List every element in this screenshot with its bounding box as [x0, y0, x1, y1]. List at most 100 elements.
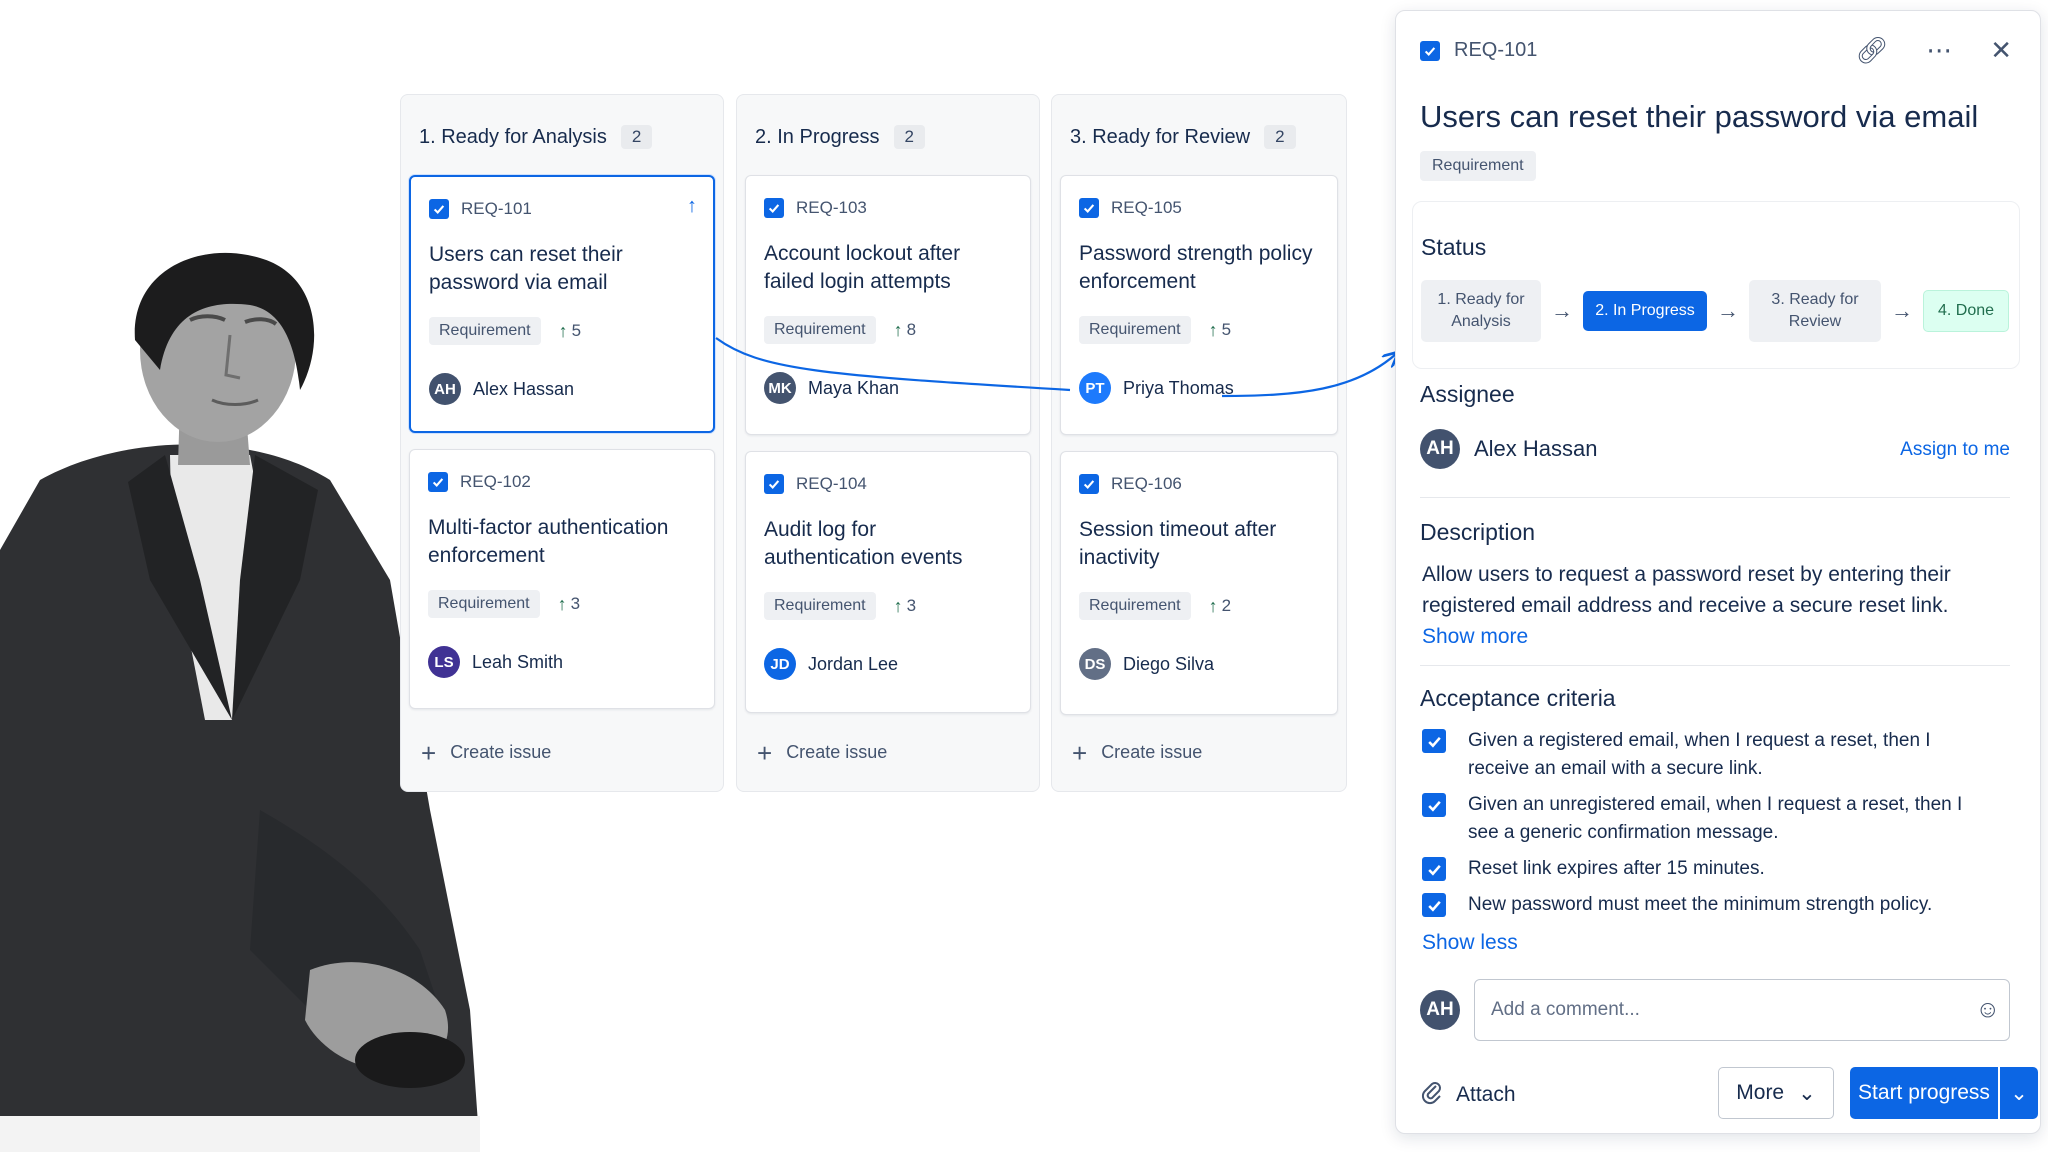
chevron-down-icon: ⌄	[1798, 1081, 1816, 1105]
issue-title: Password strength policy enforcement	[1079, 242, 1313, 293]
arrow-up-icon: ↑	[557, 593, 567, 614]
avatar: DS	[1079, 648, 1111, 680]
divider	[1420, 665, 2010, 666]
checkbox-icon	[764, 198, 784, 218]
column-in-progress: 2. In Progress 2 REQ-103 Account lockout…	[736, 94, 1040, 792]
issue-title: Account lockout after failed login attem…	[764, 242, 961, 293]
vote-count: ↑ 3	[894, 596, 916, 617]
issue-card-req-101[interactable]: REQ-101 ↑ Users can reset their password…	[409, 175, 715, 433]
vote-value: 3	[570, 594, 581, 613]
vote-count: ↑ 8	[894, 320, 916, 341]
assignee-heading: Assignee	[1420, 381, 1515, 407]
attach-button[interactable]: Attach	[1420, 1079, 1516, 1111]
status-heading: Status	[1421, 234, 1487, 260]
issue-key: REQ-104	[796, 474, 867, 493]
comment-input[interactable]	[1474, 979, 2010, 1041]
close-icon[interactable]: ✕	[1990, 37, 2012, 63]
assignee-row: AH Alex Hassan	[1420, 429, 1598, 469]
divider	[1420, 497, 2010, 498]
checkbox-icon	[1420, 40, 1440, 61]
assign-to-me-link[interactable]: Assign to me	[1900, 439, 2010, 461]
issue-card-req-103[interactable]: REQ-103 Account lockout after failed log…	[745, 175, 1031, 435]
checkbox-icon	[429, 199, 449, 219]
issue-key: REQ-101	[1454, 39, 1538, 61]
status-step-in-progress[interactable]: 2. In Progress	[1583, 291, 1707, 331]
show-less-link[interactable]: Show less	[1422, 931, 1518, 955]
issue-type-tag: Requirement	[428, 590, 540, 618]
avatar: LS	[428, 646, 460, 678]
acceptance-criteria-list: Given a registered email, when I request…	[1422, 727, 1982, 927]
issue-card-req-106[interactable]: REQ-106 Session timeout after inactivity…	[1060, 451, 1338, 715]
more-options-icon[interactable]: ⋯	[1926, 37, 1952, 63]
checkbox-icon[interactable]	[1422, 893, 1446, 917]
more-button[interactable]: More ⌄	[1718, 1067, 1834, 1119]
vote-value: 2	[1221, 596, 1232, 615]
vote-value: 5	[1221, 320, 1232, 339]
comment-row: AH ☺	[1420, 979, 2010, 1041]
assignee-name: Priya Thomas	[1123, 377, 1234, 398]
arrow-up-icon: ↑	[558, 320, 568, 341]
issue-type-tag: Requirement	[1079, 592, 1191, 620]
arrow-up-icon: ↑	[1208, 319, 1218, 340]
avatar: AH	[1420, 429, 1460, 469]
column-count-badge: 2	[893, 125, 925, 149]
checkbox-icon	[764, 474, 784, 494]
status-step-done[interactable]: 4. Done	[1923, 290, 2009, 332]
emoji-icon[interactable]: ☺	[1975, 996, 2000, 1024]
start-progress-dropdown[interactable]: ⌄	[2000, 1067, 2038, 1119]
link-icon[interactable]: 🔗︎	[1855, 37, 1888, 63]
assignee-name: Diego Silva	[1123, 653, 1215, 674]
chevron-down-icon: ⌄	[2010, 1081, 2028, 1105]
description-heading: Description	[1420, 519, 1536, 545]
issue-type-tag: Requirement	[764, 316, 876, 344]
column-header: 3. Ready for Review 2	[1070, 125, 1296, 149]
show-more-link[interactable]: Show more	[1422, 625, 1528, 649]
assignee-name: Alex Hassan	[473, 378, 575, 399]
issue-key: REQ-105	[1111, 198, 1182, 217]
assignee-name: Jordan Lee	[808, 653, 899, 674]
checkbox-icon[interactable]	[1422, 729, 1446, 753]
vote-value: 3	[906, 596, 917, 615]
create-issue-button[interactable]: + Create issue	[421, 737, 551, 768]
column-title: 2. In Progress	[755, 125, 880, 148]
create-issue-button[interactable]: + Create issue	[757, 740, 888, 766]
column-ready-for-review: 3. Ready for Review 2 REQ-105 Password s…	[1051, 94, 1347, 792]
vote-count: ↑ 5	[559, 321, 581, 342]
issue-card-req-102[interactable]: REQ-102 Multi-factor authentication enfo…	[409, 449, 715, 709]
create-issue-button[interactable]: + Create issue	[1072, 740, 1203, 766]
checkbox-icon[interactable]	[1422, 857, 1446, 881]
plus-icon: +	[421, 737, 437, 768]
status-section: Status 1. Ready for Analysis → 2. In Pro…	[1412, 201, 2020, 369]
status-step-ready-for-analysis[interactable]: 1. Ready for Analysis	[1421, 280, 1541, 342]
start-progress-button[interactable]: Start progress	[1850, 1067, 1998, 1119]
attach-label: Attach	[1456, 1083, 1516, 1106]
checkbox-icon	[1079, 198, 1099, 218]
assignee-name: Maya Khan	[808, 377, 900, 398]
vote-count: ↑ 2	[1209, 596, 1231, 617]
issue-type-tag: Requirement	[429, 317, 541, 345]
acceptance-criterion: Given an unregistered email, when I requ…	[1422, 791, 1982, 847]
issue-key: REQ-106	[1111, 474, 1182, 493]
issue-title: Users can reset their password via email	[429, 243, 623, 294]
issue-key: REQ-102	[460, 472, 531, 491]
status-step-ready-for-review[interactable]: 3. Ready for Review	[1749, 280, 1881, 342]
arrow-up-icon: ↑	[893, 595, 903, 616]
arrow-right-icon: →	[1717, 298, 1739, 323]
issue-card-req-104[interactable]: REQ-104 Audit log for authentication eve…	[745, 451, 1031, 713]
acceptance-criterion: Reset link expires after 15 minutes.	[1422, 855, 1982, 883]
criterion-text: Given a registered email, when I request…	[1468, 730, 1931, 779]
panel-footer: Attach More ⌄ Start progress ⌄	[1420, 1067, 2038, 1119]
avatar: AH	[1420, 990, 1460, 1030]
create-issue-label: Create issue	[1101, 742, 1203, 762]
description-text: Allow users to request a password reset …	[1422, 563, 1951, 617]
issue-card-req-105[interactable]: REQ-105 Password strength policy enforce…	[1060, 175, 1338, 435]
arrow-up-icon: ↑	[1208, 595, 1218, 616]
avatar: AH	[429, 373, 461, 405]
issue-key: REQ-101	[461, 199, 532, 218]
create-issue-label: Create issue	[786, 742, 888, 762]
acceptance-criteria-heading: Acceptance criteria	[1420, 685, 1616, 711]
checkbox-icon[interactable]	[1422, 793, 1446, 817]
column-count-badge: 2	[620, 125, 653, 149]
vote-count: ↑ 3	[558, 594, 580, 615]
issue-detail-panel: REQ-101 🔗︎ ⋯ ✕ Users can reset their pas…	[1395, 10, 2041, 1134]
